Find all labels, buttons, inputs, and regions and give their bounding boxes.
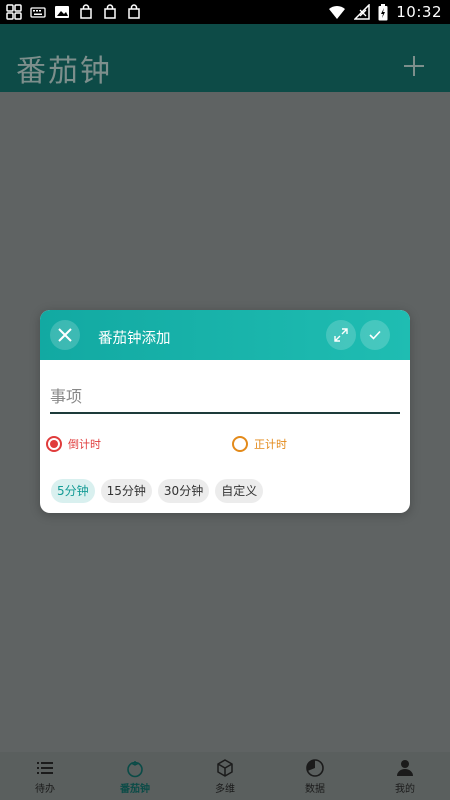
nav-label: 番茄钟 — [120, 783, 150, 795]
keyboard-icon — [30, 7, 46, 18]
bag-icon — [104, 4, 116, 19]
radio-countup[interactable]: 正计时 — [232, 436, 287, 452]
signal-icon — [354, 4, 371, 20]
nav-item-multidimension[interactable]: 多维 — [180, 752, 270, 800]
expand-button[interactable] — [326, 320, 356, 350]
bag-icon — [80, 4, 92, 19]
nav-item-todo[interactable]: 待办 — [0, 752, 90, 800]
tomato-icon — [127, 760, 143, 777]
check-icon — [369, 330, 381, 340]
task-input[interactable] — [50, 380, 400, 414]
app-bar: 番茄钟 — [0, 24, 450, 92]
confirm-button[interactable] — [360, 320, 390, 350]
chip-30min[interactable]: 30分钟 — [157, 479, 210, 503]
status-right-icons: 10:32 — [328, 3, 442, 21]
status-bar: 10:32 — [0, 0, 450, 24]
radio-countup-label: 正计时 — [254, 438, 287, 451]
add-pomodoro-dialog: 番茄钟添加 倒计时 正计时 5分钟 15分钟 30分钟 自定义 — [40, 310, 410, 513]
radio-unselected-indicator — [232, 436, 248, 452]
bottom-nav: 待办 番茄钟 多维 数据 我的 — [0, 752, 450, 800]
chip-5min[interactable]: 5分钟 — [51, 479, 95, 503]
dialog-title: 番茄钟添加 — [98, 331, 171, 347]
pie-chart-icon — [306, 758, 324, 777]
list-icon — [37, 761, 53, 774]
close-icon — [58, 328, 72, 342]
nav-label: 多维 — [215, 783, 235, 795]
nav-item-mine[interactable]: 我的 — [360, 752, 450, 800]
status-left-icons — [6, 4, 142, 20]
nav-label: 数据 — [305, 783, 325, 795]
battery-charging-icon — [378, 3, 388, 20]
dialog-header: 番茄钟添加 — [40, 310, 410, 360]
nav-item-pomodoro[interactable]: 番茄钟 — [90, 752, 180, 800]
radio-countdown-label: 倒计时 — [68, 438, 101, 451]
grid-icon — [6, 4, 22, 20]
duration-chips: 5分钟 15分钟 30分钟 自定义 — [51, 479, 264, 503]
page-title: 番茄钟 — [16, 54, 112, 89]
nav-label: 我的 — [395, 783, 415, 795]
radio-selected-indicator — [46, 436, 62, 452]
nav-label: 待办 — [35, 783, 55, 795]
clock: 10:32 — [396, 3, 442, 21]
cube-icon — [217, 758, 233, 777]
plus-icon[interactable] — [402, 54, 426, 78]
bag-icon — [128, 4, 140, 19]
nav-item-data[interactable]: 数据 — [270, 752, 360, 800]
image-icon — [55, 6, 69, 18]
person-icon — [397, 759, 413, 776]
close-button[interactable] — [50, 320, 80, 350]
chip-15min[interactable]: 15分钟 — [100, 479, 152, 503]
radio-countdown[interactable]: 倒计时 — [46, 436, 101, 452]
chip-custom[interactable]: 自定义 — [215, 479, 264, 503]
expand-icon — [334, 328, 348, 342]
wifi-icon — [329, 5, 346, 19]
